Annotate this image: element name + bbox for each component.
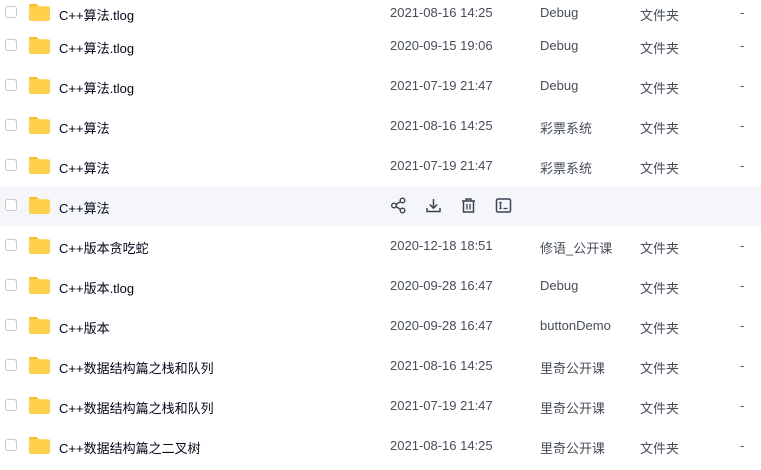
file-size: - bbox=[740, 5, 745, 20]
modified-date: 2021-08-16 14:25 bbox=[390, 438, 493, 453]
file-size: - bbox=[740, 358, 745, 373]
file-name[interactable]: C++算法 bbox=[59, 158, 110, 177]
file-name[interactable]: C++数据结构篇之栈和队列 bbox=[59, 398, 214, 417]
file-name[interactable]: C++算法.tlog bbox=[59, 78, 134, 97]
file-name[interactable]: C++版本 bbox=[59, 318, 110, 337]
source-folder: 彩票系统 bbox=[540, 161, 593, 176]
download-icon[interactable] bbox=[425, 197, 442, 214]
source-folder: 彩票系统 bbox=[540, 121, 593, 136]
modified-date: 2020-09-28 16:47 bbox=[390, 278, 493, 293]
row-checkbox[interactable] bbox=[5, 359, 17, 371]
row-checkbox[interactable] bbox=[5, 439, 17, 451]
folder-icon bbox=[29, 157, 50, 174]
file-size: - bbox=[740, 278, 745, 293]
file-row[interactable]: C++数据结构篇之栈和队列 2021-07-19 21:47 里奇公开课 文件夹 - bbox=[0, 386, 761, 426]
file-name[interactable]: C++版本.tlog bbox=[59, 278, 134, 297]
file-name[interactable]: C++算法.tlog bbox=[59, 38, 134, 57]
row-checkbox[interactable] bbox=[5, 39, 17, 51]
share-icon[interactable] bbox=[390, 197, 407, 214]
folder-icon bbox=[29, 397, 50, 414]
file-size: - bbox=[740, 318, 745, 333]
row-checkbox[interactable] bbox=[5, 6, 17, 18]
folder-icon bbox=[29, 4, 50, 21]
file-name[interactable]: C++算法 bbox=[59, 118, 110, 137]
file-type: 文件夹 bbox=[640, 81, 680, 96]
row-checkbox[interactable] bbox=[5, 199, 17, 211]
row-actions bbox=[390, 197, 512, 214]
file-size: - bbox=[740, 38, 745, 53]
folder-icon bbox=[29, 277, 50, 294]
source-folder: 修语_公开课 bbox=[540, 241, 613, 256]
row-checkbox[interactable] bbox=[5, 119, 17, 131]
file-name[interactable]: C++数据结构篇之二叉树 bbox=[59, 438, 201, 457]
file-size: - bbox=[740, 438, 745, 453]
file-row[interactable]: C++数据结构篇之二叉树 2021-08-16 14:25 里奇公开课 文件夹 - bbox=[0, 426, 761, 466]
row-checkbox[interactable] bbox=[5, 239, 17, 251]
file-row[interactable]: C++算法 bbox=[0, 186, 761, 226]
row-checkbox[interactable] bbox=[5, 279, 17, 291]
modified-date: 2020-09-28 16:47 bbox=[390, 318, 493, 333]
row-checkbox[interactable] bbox=[5, 399, 17, 411]
file-row[interactable]: C++算法 2021-07-19 21:47 彩票系统 文件夹 - bbox=[0, 146, 761, 186]
file-type: 文件夹 bbox=[640, 401, 680, 416]
file-row[interactable]: C++算法.tlog 2021-08-16 14:25 Debug 文件夹 - bbox=[0, 0, 761, 26]
file-size: - bbox=[740, 238, 745, 253]
file-type: 文件夹 bbox=[640, 441, 680, 456]
modified-date: 2020-09-15 19:06 bbox=[390, 38, 493, 53]
modified-date: 2021-08-16 14:25 bbox=[390, 118, 493, 133]
file-type: 文件夹 bbox=[640, 161, 680, 176]
folder-icon bbox=[29, 77, 50, 94]
modified-date: 2021-08-16 14:25 bbox=[390, 5, 493, 20]
file-row[interactable]: C++版本 2020-09-28 16:47 buttonDemo 文件夹 - bbox=[0, 306, 761, 346]
source-folder: Debug bbox=[540, 5, 579, 20]
source-folder: 里奇公开课 bbox=[540, 361, 606, 376]
source-folder: Debug bbox=[540, 78, 579, 93]
file-size: - bbox=[740, 158, 745, 173]
file-type: 文件夹 bbox=[640, 281, 680, 296]
file-type: 文件夹 bbox=[640, 361, 680, 376]
folder-icon bbox=[29, 357, 50, 374]
rename-icon[interactable] bbox=[495, 197, 512, 214]
modified-date: 2020-12-18 18:51 bbox=[390, 238, 493, 253]
source-folder: Debug bbox=[540, 278, 579, 293]
source-folder: 里奇公开课 bbox=[540, 441, 606, 456]
file-row[interactable]: C++版本.tlog 2020-09-28 16:47 Debug 文件夹 - bbox=[0, 266, 761, 306]
file-row[interactable]: C++算法 2021-08-16 14:25 彩票系统 文件夹 - bbox=[0, 106, 761, 146]
file-type: 文件夹 bbox=[640, 41, 680, 56]
file-list: C++算法.tlog 2021-08-16 14:25 Debug 文件夹 - C++算法… bbox=[0, 0, 761, 466]
row-checkbox[interactable] bbox=[5, 79, 17, 91]
folder-icon bbox=[29, 437, 50, 454]
modified-date: 2021-07-19 21:47 bbox=[390, 398, 493, 413]
folder-icon bbox=[29, 317, 50, 334]
modified-date: 2021-07-19 21:47 bbox=[390, 158, 493, 173]
file-type: 文件夹 bbox=[640, 121, 680, 136]
source-folder: buttonDemo bbox=[540, 318, 611, 333]
file-row[interactable]: C++版本贪吃蛇 2020-12-18 18:51 修语_公开课 文件夹 - bbox=[0, 226, 761, 266]
folder-icon bbox=[29, 117, 50, 134]
modified-date: 2021-08-16 14:25 bbox=[390, 358, 493, 373]
folder-icon bbox=[29, 237, 50, 254]
file-name[interactable]: C++算法.tlog bbox=[59, 5, 134, 24]
file-size: - bbox=[740, 398, 745, 413]
modified-date: 2021-07-19 21:47 bbox=[390, 78, 493, 93]
folder-icon bbox=[29, 37, 50, 54]
row-checkbox[interactable] bbox=[5, 159, 17, 171]
file-row[interactable]: C++算法.tlog 2020-09-15 19:06 Debug 文件夹 - bbox=[0, 26, 761, 66]
file-type: 文件夹 bbox=[640, 321, 680, 336]
file-row[interactable]: C++算法.tlog 2021-07-19 21:47 Debug 文件夹 - bbox=[0, 66, 761, 106]
folder-icon bbox=[29, 197, 50, 214]
file-row[interactable]: C++数据结构篇之栈和队列 2021-08-16 14:25 里奇公开课 文件夹 - bbox=[0, 346, 761, 386]
source-folder: 里奇公开课 bbox=[540, 401, 606, 416]
file-name[interactable]: C++版本贪吃蛇 bbox=[59, 238, 149, 257]
file-type: 文件夹 bbox=[640, 241, 680, 256]
file-name[interactable]: C++算法 bbox=[59, 198, 110, 217]
row-checkbox[interactable] bbox=[5, 319, 17, 331]
file-size: - bbox=[740, 118, 745, 133]
delete-icon[interactable] bbox=[460, 197, 477, 214]
file-name[interactable]: C++数据结构篇之栈和队列 bbox=[59, 358, 214, 377]
source-folder: Debug bbox=[540, 38, 579, 53]
file-size: - bbox=[740, 78, 745, 93]
file-type: 文件夹 bbox=[640, 8, 680, 23]
